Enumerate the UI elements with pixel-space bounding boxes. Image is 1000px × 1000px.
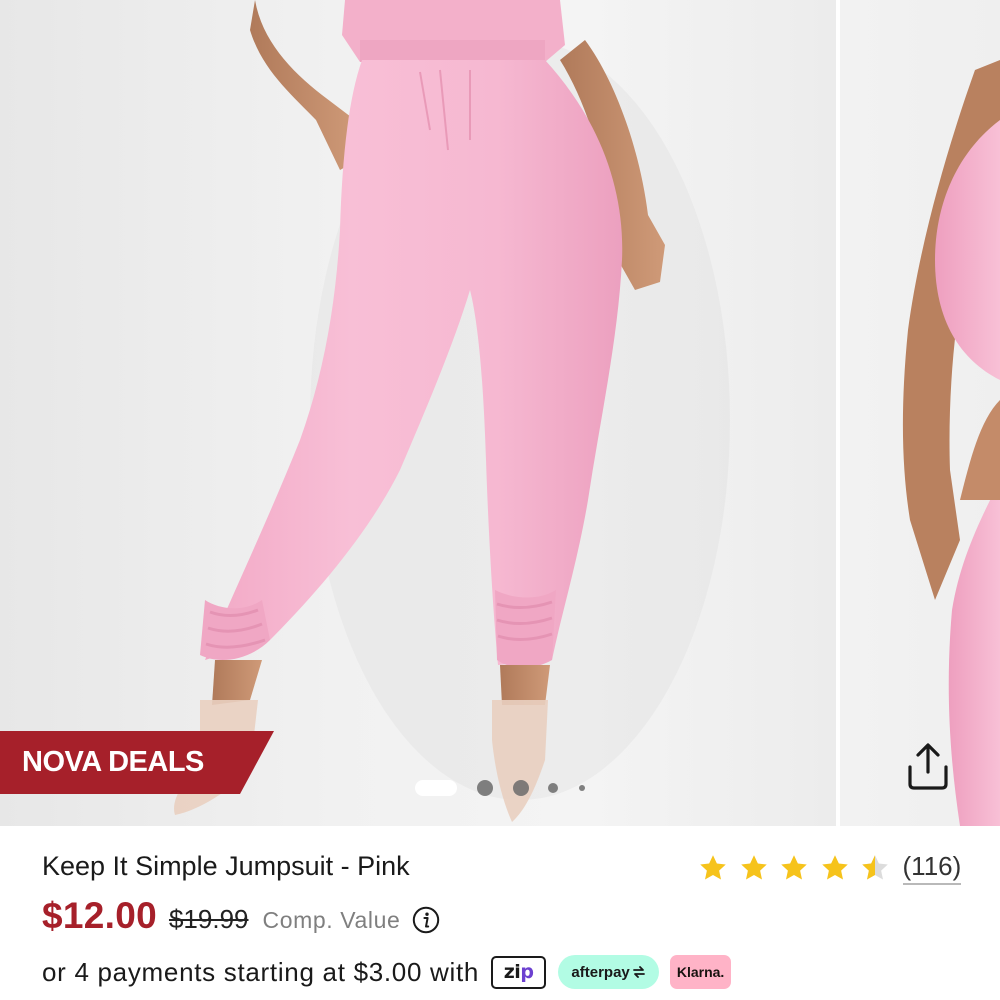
original-price: $19.99: [168, 904, 249, 934]
star-full-icon: [781, 855, 807, 880]
afterpay-badge[interactable]: afterpay: [558, 955, 660, 989]
pagination-dot[interactable]: [513, 780, 529, 796]
share-button[interactable]: [900, 738, 956, 794]
installment-payments-row: or 4 payments starting at $3.00 with zi p…: [42, 951, 732, 993]
price-row: $12.00 $19.99 Comp. Value: [42, 895, 440, 941]
star-half-icon: [862, 855, 888, 880]
product-image-next[interactable]: [840, 0, 1000, 826]
product-title: Keep It Simple Jumpsuit - Pink: [42, 851, 410, 881]
sale-price: $12.00: [42, 895, 157, 936]
info-icon[interactable]: [412, 906, 440, 934]
share-icon: [908, 743, 948, 790]
star-full-icon: [821, 855, 848, 880]
zip-logo-text: zi: [503, 961, 521, 983]
product-photo-jumpsuit-front: [174, 0, 730, 822]
comp-value-label: Comp. Value: [262, 907, 401, 933]
pagination-dot[interactable]: [579, 785, 585, 791]
product-image-main[interactable]: NOVA DEALS: [0, 0, 836, 826]
star-full-icon: [740, 855, 767, 880]
pagination-dot[interactable]: [477, 780, 493, 796]
klarna-badge[interactable]: Klarna.: [670, 955, 732, 989]
rating-summary[interactable]: (116): [698, 848, 962, 888]
zip-pay-badge[interactable]: zi p: [491, 955, 547, 989]
afterpay-arrows-icon: [632, 966, 645, 978]
review-count-link[interactable]: (116): [902, 851, 962, 885]
star-full-icon: [700, 855, 726, 880]
pagination-dot-active[interactable]: [415, 780, 457, 796]
carousel-pagination[interactable]: [415, 776, 595, 800]
product-image-carousel[interactable]: NOVA DEALS: [0, 0, 1000, 826]
afterpay-logo-text: afterpay: [571, 963, 630, 981]
zip-logo-p: p: [520, 961, 534, 983]
product-photo-jumpsuit-side: [902, 60, 1000, 826]
nova-deals-label: NOVA DEALS: [22, 746, 204, 778]
klarna-logo-text: Klarna.: [676, 964, 725, 980]
pagination-dot[interactable]: [548, 783, 558, 793]
installment-text: or 4 payments starting at $3.00 with: [42, 956, 480, 987]
